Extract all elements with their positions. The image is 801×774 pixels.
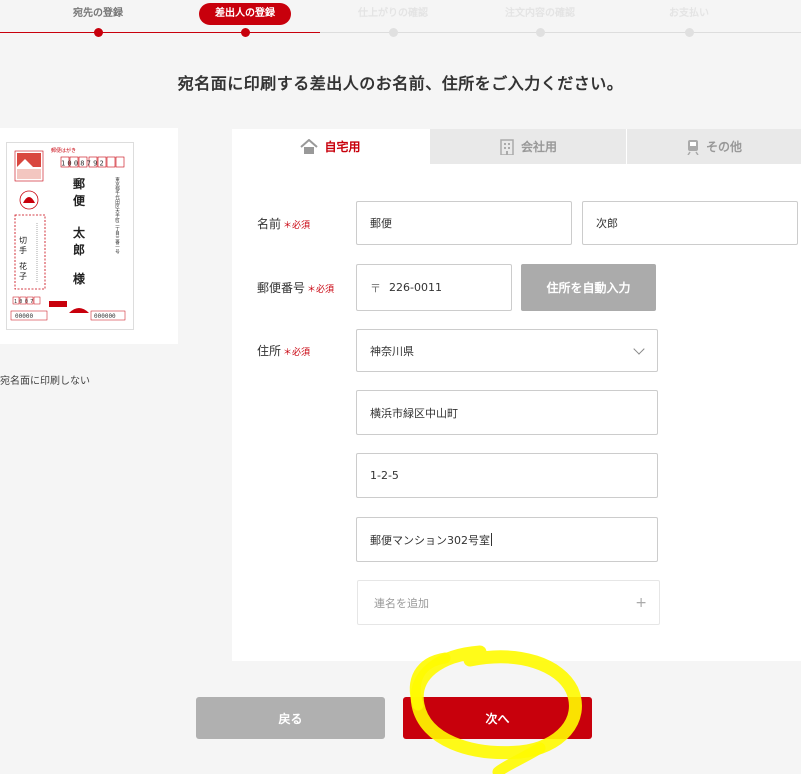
tab-label: その他 xyxy=(705,140,742,154)
tab-other[interactable]: その他 xyxy=(627,129,801,164)
postcard-footer-right: 000000 xyxy=(94,313,116,320)
add-joint-name-button[interactable]: 連名を追加 + xyxy=(357,580,660,625)
step-order-confirm: 注文内容の確認 xyxy=(505,0,575,37)
name-label: 名前 ＊必須 xyxy=(257,217,311,231)
svg-text:太: 太 xyxy=(73,225,86,240)
tab-office[interactable]: 会社用 xyxy=(430,129,626,164)
required-mark: ＊必須 xyxy=(283,221,311,231)
postcard-sender-name: 切 手 花 子 xyxy=(19,236,27,281)
step-dot xyxy=(684,28,694,37)
step-label: 宛先の登録 xyxy=(73,8,123,19)
tab-home[interactable]: 自宅用 xyxy=(232,129,429,164)
building-icon xyxy=(500,138,514,155)
sender-form-panel: 自宅用 会社用 その他 名前 ＊必須 郵便 次郎 郵便番号 ＊必須 〒 226-… xyxy=(232,129,801,661)
postcard-preview-panel: 郵便はがき 1008792 郵 便 太 郎 様 東京都千代田区大手町二丁目三番一… xyxy=(0,128,178,344)
no-print-option[interactable]: 宛名面に印刷しない xyxy=(0,372,90,387)
step-dot xyxy=(93,28,103,37)
prefecture-select[interactable]: 神奈川県 xyxy=(356,329,658,372)
svg-text:子: 子 xyxy=(19,272,27,281)
step-dot xyxy=(240,28,250,37)
postcard-header: 郵便はがき xyxy=(51,147,76,154)
back-button[interactable]: 戻る xyxy=(196,697,385,739)
step-label: 注文内容の確認 xyxy=(505,8,575,19)
address-label: 住所 ＊必須 xyxy=(257,344,311,358)
step-label: お支払い xyxy=(669,8,709,19)
tab-label: 自宅用 xyxy=(324,140,361,154)
step-recipient[interactable]: 宛先の登録 xyxy=(73,0,123,37)
auto-address-button[interactable]: 住所を自動入力 xyxy=(521,264,656,311)
step-dot xyxy=(388,28,398,37)
postcard-illustration: 郵便はがき 1008792 郵 便 太 郎 様 東京都千代田区大手町二丁目三番一… xyxy=(10,147,126,321)
next-button[interactable]: 次へ xyxy=(403,697,592,739)
postcard-recipient-address: 東京都千代田区大手町二丁目三番一号 xyxy=(115,176,120,255)
postcard-preview: 郵便はがき 1008792 郵 便 太 郎 様 東京都千代田区大手町二丁目三番一… xyxy=(6,142,134,330)
step-sender: 差出人の登録 xyxy=(199,0,291,37)
step-payment: お支払い xyxy=(669,0,709,37)
text-cursor xyxy=(491,533,492,546)
postal-mark-icon: 〒 xyxy=(370,281,381,295)
svg-text:切: 切 xyxy=(19,236,27,245)
zip-input[interactable]: 〒 226-0011 xyxy=(356,264,512,311)
svg-text:郵: 郵 xyxy=(73,176,85,191)
tab-label: 会社用 xyxy=(520,140,557,154)
building-input[interactable]: 郵便マンション302号室 xyxy=(356,517,658,562)
address-type-tabs: 自宅用 会社用 その他 xyxy=(232,129,801,164)
step-label: 仕上がりの確認 xyxy=(358,8,428,19)
step-label: 差出人の登録 xyxy=(199,3,291,25)
page-title: 宛名面に印刷する差出人のお名前、住所をご入力ください。 xyxy=(177,74,624,93)
svg-text:様: 様 xyxy=(73,271,86,286)
chevron-down-icon xyxy=(633,342,645,355)
svg-text:手: 手 xyxy=(19,245,27,255)
postcard-footer-left: 00000 xyxy=(15,313,33,320)
postcard-recipient-name: 郵 便 太 郎 様 xyxy=(73,176,86,286)
postcard-sender-zip: 1007 xyxy=(14,299,36,305)
city-input[interactable]: 横浜市緑区中山町 xyxy=(356,390,658,435)
postcard-recipient-zip: 1008792 xyxy=(61,160,106,168)
svg-text:郎: 郎 xyxy=(73,242,85,257)
stepper-line-done xyxy=(0,32,320,33)
required-mark: ＊必須 xyxy=(283,348,311,358)
required-mark: ＊必須 xyxy=(307,285,335,295)
svg-text:便: 便 xyxy=(73,193,86,208)
step-dot xyxy=(535,28,545,37)
train-icon xyxy=(687,139,699,155)
progress-stepper: 宛先の登録 差出人の登録 仕上がりの確認 注文内容の確認 お支払い xyxy=(0,0,801,40)
plus-icon: + xyxy=(635,594,647,611)
zip-label: 郵便番号 ＊必須 xyxy=(257,281,335,295)
house-icon xyxy=(300,138,319,154)
step-preview: 仕上がりの確認 xyxy=(358,0,428,37)
street-input[interactable]: 1-2-5 xyxy=(356,453,658,498)
svg-text:花: 花 xyxy=(19,261,27,271)
last-name-input[interactable]: 郵便 xyxy=(356,201,572,245)
first-name-input[interactable]: 次郎 xyxy=(582,201,798,245)
